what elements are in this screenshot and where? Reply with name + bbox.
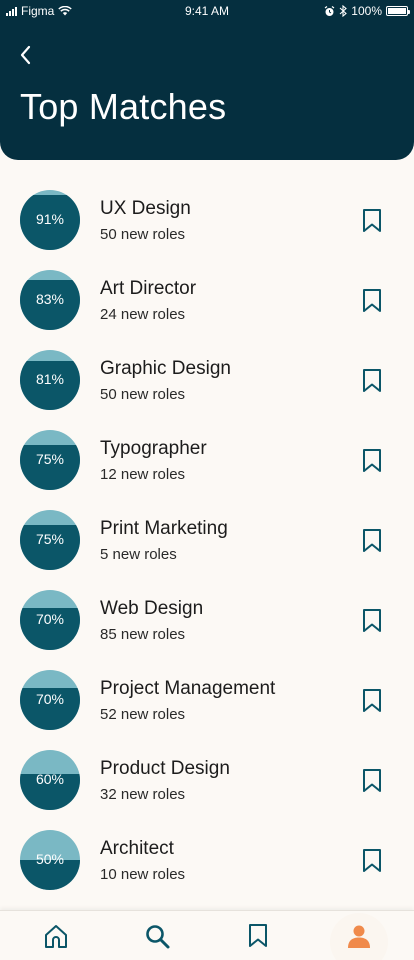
- match-title: UX Design: [100, 198, 191, 219]
- match-percent: 91%: [35, 211, 65, 227]
- tab-search[interactable]: [142, 921, 172, 951]
- header: Figma 9:41 AM 100% Top Matches: [0, 0, 414, 160]
- match-item[interactable]: 75% Print Marketing 5 new roles: [0, 500, 414, 580]
- match-title: Print Marketing: [100, 518, 228, 539]
- match-item[interactable]: 91% UX Design 50 new roles: [0, 180, 414, 260]
- tab-saved[interactable]: [243, 921, 273, 951]
- match-subtitle: 10 new roles: [100, 866, 186, 883]
- bookmark-icon[interactable]: [361, 448, 383, 474]
- match-percent-circle: 83%: [20, 270, 80, 330]
- search-icon: [146, 925, 170, 949]
- match-percent: 60%: [35, 771, 65, 787]
- match-subtitle: 52 new roles: [100, 706, 186, 723]
- match-percent-circle: 91%: [20, 190, 80, 250]
- battery-icon: [386, 6, 410, 16]
- match-item[interactable]: 83% Art Director 24 new roles: [0, 260, 414, 340]
- bluetooth-icon: [339, 5, 348, 17]
- match-subtitle: 32 new roles: [100, 786, 186, 803]
- match-percent: 81%: [35, 371, 65, 387]
- match-subtitle: 85 new roles: [100, 626, 186, 643]
- match-percent-circle: 70%: [20, 670, 80, 730]
- bookmark-icon[interactable]: [361, 688, 383, 714]
- tab-home[interactable]: [41, 921, 71, 951]
- match-percent: 83%: [35, 291, 65, 307]
- match-percent-circle: 75%: [20, 510, 80, 570]
- bookmark-icon: [249, 924, 267, 947]
- match-subtitle: 12 new roles: [100, 466, 186, 483]
- matches-list: 91% UX Design 50 new roles 83% Art Direc…: [0, 180, 414, 900]
- match-title: Product Design: [100, 758, 230, 779]
- match-percent-circle: 70%: [20, 590, 80, 650]
- match-percent: 70%: [35, 611, 65, 627]
- match-percent: 75%: [35, 451, 65, 467]
- bookmark-icon[interactable]: [361, 528, 383, 554]
- battery-label: 100%: [351, 4, 382, 18]
- match-subtitle: 24 new roles: [100, 306, 186, 323]
- match-subtitle: 50 new roles: [100, 226, 186, 243]
- match-item[interactable]: 75% Typographer 12 new roles: [0, 420, 414, 500]
- home-icon: [45, 925, 67, 948]
- match-title: Graphic Design: [100, 358, 231, 379]
- match-item[interactable]: 70% Project Management 52 new roles: [0, 660, 414, 740]
- match-item[interactable]: 70% Web Design 85 new roles: [0, 580, 414, 660]
- alarm-icon: [324, 5, 335, 16]
- match-percent: 50%: [35, 851, 65, 867]
- match-item[interactable]: 60% Product Design 32 new roles: [0, 740, 414, 820]
- match-percent-circle: 75%: [20, 430, 80, 490]
- tab-bar: [0, 910, 414, 960]
- bookmark-icon[interactable]: [361, 208, 383, 234]
- tab-profile[interactable]: [344, 921, 374, 951]
- match-title: Architect: [100, 838, 174, 859]
- bookmark-icon[interactable]: [361, 608, 383, 634]
- match-title: Web Design: [100, 598, 204, 619]
- match-subtitle: 5 new roles: [100, 546, 177, 563]
- match-percent: 70%: [35, 691, 65, 707]
- match-title: Art Director: [100, 278, 197, 299]
- match-subtitle: 50 new roles: [100, 386, 186, 403]
- status-right: 100%: [324, 4, 410, 18]
- match-percent-circle: 50%: [20, 830, 80, 890]
- profile-icon: [348, 925, 370, 948]
- match-percent: 75%: [35, 531, 65, 547]
- match-percent-circle: 81%: [20, 350, 80, 410]
- bookmark-icon[interactable]: [361, 368, 383, 394]
- match-title: Project Management: [100, 678, 276, 699]
- match-item[interactable]: 81% Graphic Design 50 new roles: [0, 340, 414, 420]
- back-button[interactable]: [16, 44, 36, 66]
- bookmark-icon[interactable]: [361, 768, 383, 794]
- match-item[interactable]: 50% Architect 10 new roles: [0, 820, 414, 900]
- match-title: Typographer: [100, 438, 207, 459]
- status-bar: Figma 9:41 AM 100%: [0, 0, 414, 22]
- match-percent-circle: 60%: [20, 750, 80, 810]
- bookmark-icon[interactable]: [361, 288, 383, 314]
- bookmark-icon[interactable]: [361, 848, 383, 874]
- page-title: Top Matches: [20, 86, 227, 127]
